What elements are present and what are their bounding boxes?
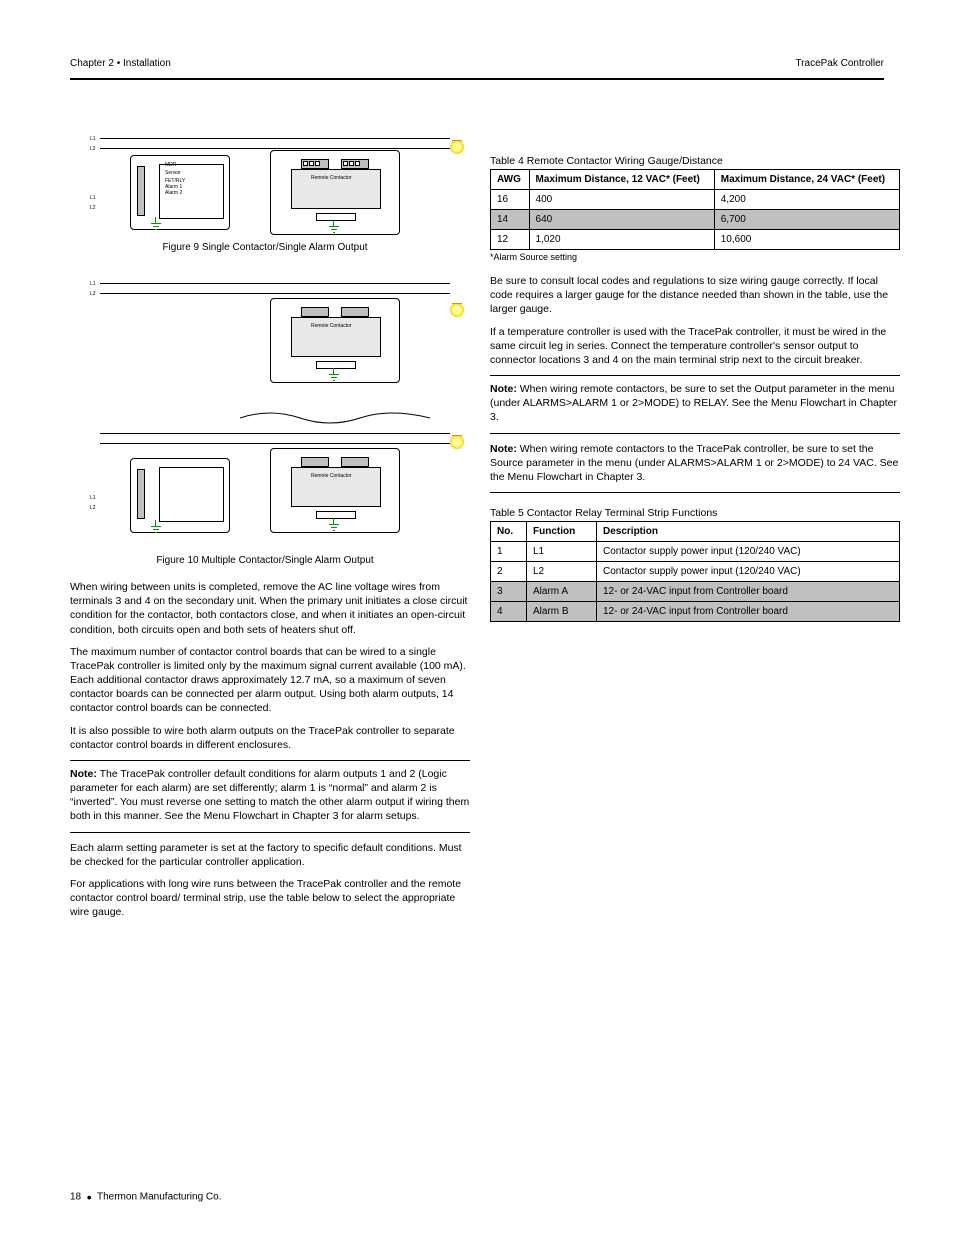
lamp-icon xyxy=(450,435,464,449)
table-5-title: Table 5 Contactor Relay Terminal Strip F… xyxy=(490,507,900,519)
table-header: Description xyxy=(597,522,900,542)
table-footnote: *Alarm Source setting xyxy=(490,252,900,262)
footer-bullet-icon: • xyxy=(87,1189,92,1205)
table-5: No. Function Description 1 L1 Contactor … xyxy=(490,521,900,622)
table-cell: 640 xyxy=(529,210,714,230)
figure-9-caption: Figure 9 Single Contactor/Single Alarm O… xyxy=(100,242,430,253)
note-text: The TracePak controller default conditio… xyxy=(70,768,469,823)
table-cell: 10,600 xyxy=(714,230,899,250)
table-cell: 12 xyxy=(491,230,530,250)
table-4-title: Table 4 Remote Contactor Wiring Gauge/Di… xyxy=(490,155,900,167)
note-text: When wiring remote contactors, be sure t… xyxy=(490,383,897,423)
table-cell: 4 xyxy=(491,602,527,622)
page-footer: 18 • Thermon Manufacturing Co. xyxy=(70,1189,884,1205)
table-cell: Contactor supply power input (120/240 VA… xyxy=(597,562,900,582)
note-block: Note: When wiring remote contactors to t… xyxy=(490,442,900,485)
note-rule xyxy=(490,433,900,434)
table-header: AWG xyxy=(491,170,530,190)
ground-icon xyxy=(329,226,339,236)
note-text: When wiring remote contactors to the Tra… xyxy=(490,443,898,483)
ground-icon xyxy=(151,526,161,536)
table-header: No. xyxy=(491,522,527,542)
body-paragraph: Each alarm setting parameter is set at t… xyxy=(70,841,470,869)
table-4: AWG Maximum Distance, 12 VAC* (Feet) Max… xyxy=(490,169,900,250)
body-paragraph: For applications with long wire runs bet… xyxy=(70,877,470,920)
body-paragraph: The maximum number of contactor control … xyxy=(70,645,470,716)
header-chapter: Chapter 2 • Installation xyxy=(70,58,171,69)
body-paragraph: Be sure to consult local codes and regul… xyxy=(490,274,900,317)
table-cell: 6,700 xyxy=(714,210,899,230)
note-block: Note: The TracePak controller default co… xyxy=(70,767,470,824)
figure-10: Remote Contactor Remote Contactor L1 L2 xyxy=(100,263,470,553)
table-cell: L1 xyxy=(527,542,597,562)
note-label: Note: xyxy=(490,383,517,395)
figure-9: MDR Sensor FET/RLY Alarm 1 Alarm 2 Remot… xyxy=(100,100,470,240)
ground-icon xyxy=(329,374,339,384)
table-cell: 3 xyxy=(491,582,527,602)
body-paragraph: It is also possible to wire both alarm o… xyxy=(70,724,470,752)
table-cell: 12- or 24-VAC input from Controller boar… xyxy=(597,582,900,602)
table-cell: L2 xyxy=(527,562,597,582)
table-cell: 12- or 24-VAC input from Controller boar… xyxy=(597,602,900,622)
table-cell: 4,200 xyxy=(714,190,899,210)
header-rule xyxy=(70,78,884,80)
figure-10-caption: Figure 10 Multiple Contactor/Single Alar… xyxy=(100,555,430,566)
table-cell: Alarm A xyxy=(527,582,597,602)
header-product: TracePak Controller xyxy=(795,58,884,69)
lamp-icon xyxy=(450,140,464,154)
break-line xyxy=(240,408,430,428)
table-header: Function xyxy=(527,522,597,542)
table-cell: 2 xyxy=(491,562,527,582)
ground-icon xyxy=(151,223,161,233)
table-cell: Contactor supply power input (120/240 VA… xyxy=(597,542,900,562)
table-cell: Alarm B xyxy=(527,602,597,622)
table-cell: 1,020 xyxy=(529,230,714,250)
note-label: Note: xyxy=(490,443,517,455)
table-cell: 1 xyxy=(491,542,527,562)
table-header: Maximum Distance, 12 VAC* (Feet) xyxy=(529,170,714,190)
note-rule xyxy=(490,375,900,376)
table-cell: 16 xyxy=(491,190,530,210)
note-rule xyxy=(490,492,900,493)
note-block: Note: When wiring remote contactors, be … xyxy=(490,382,900,425)
body-paragraph: If a temperature controller is used with… xyxy=(490,325,900,368)
ground-icon xyxy=(329,524,339,534)
footer-company: Thermon Manufacturing Co. xyxy=(97,1192,222,1203)
body-paragraph: When wiring between units is completed, … xyxy=(70,580,470,637)
table-header: Maximum Distance, 24 VAC* (Feet) xyxy=(714,170,899,190)
note-rule xyxy=(70,760,470,761)
table-cell: 400 xyxy=(529,190,714,210)
page-number: 18 xyxy=(70,1192,81,1203)
note-rule xyxy=(70,832,470,833)
lamp-icon xyxy=(450,303,464,317)
note-label: Note: xyxy=(70,768,97,780)
table-cell: 14 xyxy=(491,210,530,230)
